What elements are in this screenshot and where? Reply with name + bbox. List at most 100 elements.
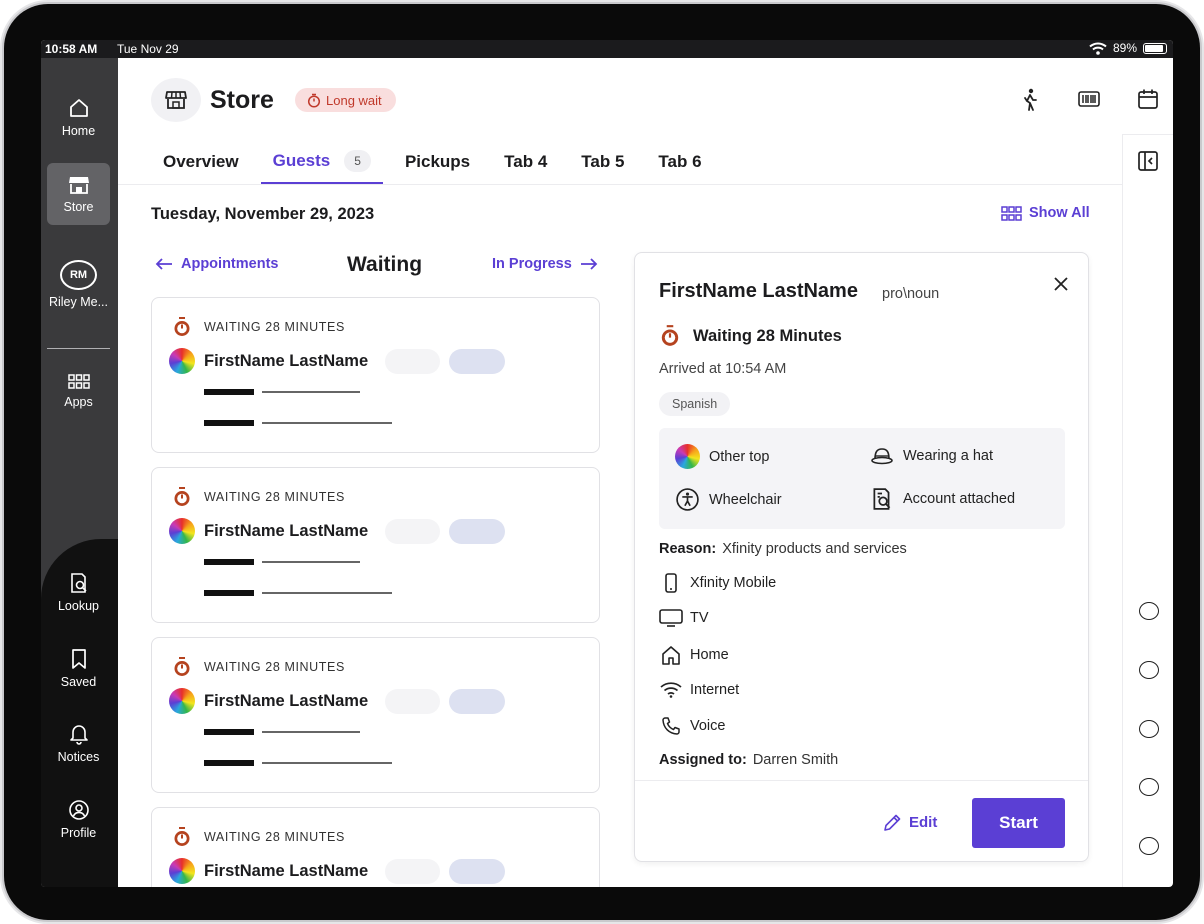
reason-value: Xfinity products and services [722,541,907,557]
nav-saved[interactable]: Saved [47,637,110,699]
tag-placeholder [449,349,505,374]
guest-card[interactable]: WAITING 28 MINUTES FirstName LastName [151,297,600,453]
wait-status: WAITING 28 MINUTES [204,490,345,504]
tab-guests[interactable]: Guests 5 [260,140,383,184]
scan-button[interactable] [1078,91,1100,112]
close-panel-button[interactable] [1048,271,1074,297]
detail-pronoun: pro\noun [882,286,940,302]
rail-divider [1123,134,1173,135]
phone-handset-icon [662,717,680,735]
rail-radio-1[interactable] [1139,602,1159,620]
rail-radio-5[interactable] [1139,837,1159,855]
service-label: TV [690,610,709,626]
nav-profile[interactable]: Profile [47,788,110,850]
tag-placeholder [385,859,440,884]
nav-store[interactable]: Store [47,163,110,225]
pencil-icon [884,814,901,831]
content-placeholder [204,389,254,395]
status-date: Tue Nov 29 [117,42,179,56]
attribute-label: Wheelchair [709,491,782,508]
barcode-icon [1078,91,1100,107]
nav-lookup[interactable]: Lookup [47,561,110,623]
calendar-button[interactable] [1137,88,1159,115]
rail-radio-4[interactable] [1139,778,1159,796]
language-chip: Spanish [659,392,731,416]
battery-percent: 89% [1112,41,1137,55]
tab-label: Tab 5 [581,152,625,171]
detail-guest-name: FirstName LastName [659,280,858,302]
nav-apps[interactable]: Apps [47,360,110,422]
panel-footer-divider [635,780,1088,781]
tab-divider [118,184,1122,185]
tab-5[interactable]: Tab 5 [569,140,636,184]
rail-radio-3[interactable] [1139,720,1159,738]
service-label: Xfinity Mobile [690,575,777,591]
nav-notices[interactable]: Notices [47,712,110,774]
tab-4[interactable]: Tab 4 [492,140,559,184]
tab-label: Tab 4 [504,152,548,171]
rail-radio-2[interactable] [1139,661,1159,679]
tab-overview[interactable]: Overview [151,140,251,184]
left-nav: Home Store RM Riley Me... Apps Lookup Sa… [41,58,118,887]
arrow-left-icon [155,258,172,270]
attribute-account: Account attached [870,487,1015,511]
guest-name: FirstName LastName [204,692,369,710]
tab-count-badge: 5 [344,150,371,172]
long-wait-label: Long wait [326,92,382,108]
next-column-link[interactable]: In Progress [492,256,598,272]
status-time: 10:58 AM [45,42,98,56]
assigned-to: Assigned to: Darren Smith [659,752,838,768]
status-bar: 10:58 AM Tue Nov 29 89% [41,40,1173,58]
avatar: RM [60,259,97,290]
nav-notices-label: Notices [57,749,100,764]
grid-icon [1001,205,1022,221]
attribute-top: Other top [675,444,769,469]
tab-label: Tab 6 [658,152,702,171]
collapse-panel-button[interactable] [1137,150,1159,177]
hat-icon [871,448,893,465]
service-tv: TV [659,609,709,627]
wait-status: WAITING 28 MINUTES [204,320,345,334]
detail-arrived: Arrived at 10:54 AM [659,361,787,377]
attribute-label: Wearing a hat [903,448,994,464]
guest-card[interactable]: WAITING 28 MINUTES FirstName LastName [151,807,600,887]
sidebar-collapse-icon [1138,151,1158,171]
service-mobile: Xfinity Mobile [659,573,776,593]
reason: Reason: Xfinity products and services [659,541,907,557]
detail-wait-time: Waiting 28 Minutes [693,327,842,345]
start-button[interactable]: Start [972,798,1065,848]
service-label: Home [690,647,729,663]
tab-pickups[interactable]: Pickups [393,140,482,184]
long-wait-badge: Long wait [295,88,396,112]
lookup-icon [70,572,87,593]
bookmark-icon [71,648,86,669]
nav-profile-user[interactable]: RM Riley Me... [47,253,110,315]
guest-card[interactable]: WAITING 28 MINUTES FirstName LastName [151,637,600,793]
prev-column-link[interactable]: Appointments [155,256,278,272]
phone-icon [665,573,677,593]
walk-in-button[interactable] [1021,88,1039,117]
nav-divider [47,348,110,349]
content-placeholder [204,590,254,596]
close-icon [1054,277,1068,291]
tag-placeholder [385,519,440,544]
guest-name: FirstName LastName [204,522,369,540]
tab-6[interactable]: Tab 6 [646,140,713,184]
content-placeholder [204,559,254,565]
service-voice: Voice [659,716,725,736]
service-label: Voice [690,718,726,734]
home-icon [662,646,680,665]
show-all-button[interactable]: Show All [1001,205,1090,221]
nav-lookup-label: Lookup [57,598,99,613]
service-internet: Internet [659,681,739,698]
nav-home[interactable]: Home [47,86,110,148]
guest-avatar [169,858,195,884]
guest-card[interactable]: WAITING 28 MINUTES FirstName LastName [151,467,600,623]
stopwatch-icon [174,827,190,846]
content-placeholder [204,729,254,735]
content-placeholder [262,422,392,424]
edit-button[interactable]: Edit [883,813,937,832]
date-heading: Tuesday, November 29, 2023 [151,205,375,223]
accessibility-icon [676,488,699,511]
wifi-icon [1089,42,1107,55]
